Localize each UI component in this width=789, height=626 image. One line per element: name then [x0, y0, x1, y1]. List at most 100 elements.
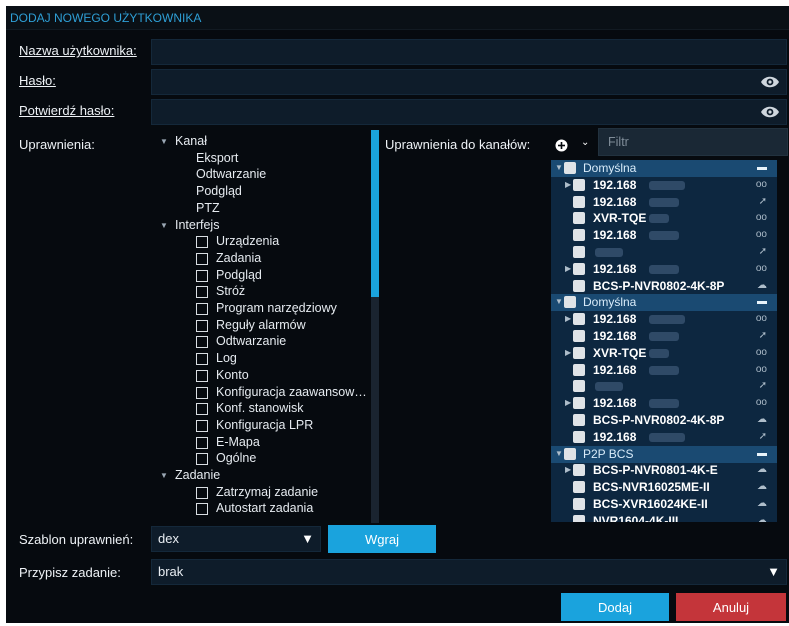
channel-group-row[interactable]: ▼ Domyślna ▬ [551, 160, 777, 177]
channel-checkbox[interactable] [573, 363, 585, 376]
permission-checkbox[interactable] [196, 319, 208, 332]
channel-group-row[interactable]: ▼ P2P BCS ▬ [551, 445, 777, 463]
scroll-thumb[interactable] [371, 130, 379, 297]
redacted-text [649, 365, 679, 375]
channel-checkbox[interactable] [573, 414, 585, 426]
channel-label: BCS-NVR16025ME-II [593, 480, 710, 495]
permission-tree-item[interactable]: Podgląd [196, 184, 242, 198]
permission-tree-item[interactable]: Kanał [175, 134, 207, 148]
channel-device-row[interactable]: BCS-XVR16024KE-II ☁ [551, 496, 777, 513]
channel-device-row[interactable]: ▶ 192.168 oo [551, 395, 777, 412]
channel-checkbox[interactable] [573, 195, 585, 208]
channel-checkbox[interactable] [573, 212, 585, 225]
channel-device-row[interactable]: ➚ [551, 378, 777, 395]
password-input[interactable] [151, 69, 787, 95]
channel-device-row[interactable]: ▶ 192.168 oo [551, 261, 777, 278]
permission-checkbox[interactable] [196, 286, 208, 299]
permission-checkbox[interactable] [196, 303, 208, 315]
filter-input[interactable]: Filtr [598, 128, 788, 156]
folder-icon: ▬ [757, 162, 767, 173]
redacted-text [649, 399, 679, 409]
channel-checkbox[interactable] [573, 178, 585, 191]
expand-arrow-icon[interactable]: ▶ [565, 465, 571, 474]
permission-checkbox[interactable] [196, 353, 208, 366]
redacted-text [595, 248, 623, 257]
assign-task-select[interactable]: brak ▼ [151, 559, 787, 585]
channel-checkbox[interactable] [573, 229, 585, 242]
expand-arrow-icon[interactable]: ▶ [565, 314, 571, 323]
channel-checkbox[interactable] [564, 296, 576, 309]
permission-checkbox[interactable] [196, 369, 208, 382]
channel-checkbox[interactable] [573, 262, 585, 275]
permission-checkbox[interactable] [196, 419, 208, 432]
channel-checkbox[interactable] [573, 481, 585, 494]
channel-checkbox[interactable] [573, 313, 585, 326]
expand-arrow-icon[interactable]: ▶ [565, 348, 571, 357]
permission-checkbox[interactable] [196, 436, 208, 449]
channel-device-row[interactable]: BCS-NVR16025ME-II ☁ [551, 479, 777, 496]
channel-checkbox[interactable] [573, 380, 585, 393]
channel-device-row[interactable]: ➚ [551, 244, 777, 261]
permission-checkbox[interactable] [196, 252, 208, 265]
eye-icon[interactable] [760, 74, 780, 90]
permission-checkbox[interactable] [196, 486, 208, 499]
load-template-button[interactable]: Wgraj [328, 525, 436, 553]
permission-checkbox[interactable] [196, 386, 208, 399]
channel-device-row[interactable]: BCS-P-NVR0802-4K-8P ☁ [551, 278, 777, 295]
permission-checkbox[interactable] [196, 269, 208, 282]
permission-checkbox[interactable] [196, 453, 208, 466]
confirm-password-input[interactable] [151, 99, 787, 125]
channel-checkbox[interactable] [573, 397, 585, 410]
permission-tree-item[interactable]: Eksport [196, 151, 238, 165]
channel-device-row[interactable]: 192.168 oo [551, 362, 777, 379]
channel-device-row[interactable]: ▶ XVR-TQE oo [551, 345, 777, 362]
permission-tree-item[interactable]: Interfejs [175, 218, 219, 232]
channel-device-row[interactable]: 192.168 ➚ [551, 429, 777, 446]
cancel-button[interactable]: Anuluj [676, 593, 786, 621]
channel-device-row[interactable]: ▶ BCS-P-NVR0801-4K-E ☁ [551, 462, 777, 479]
channel-device-row[interactable]: BCS-P-NVR0802-4K-8P ☁ [551, 412, 777, 429]
channel-checkbox[interactable] [573, 330, 585, 342]
channel-device-row[interactable]: ▶ 192.168 oo [551, 177, 777, 194]
expand-arrow-icon[interactable]: ▼ [555, 297, 563, 306]
assign-task-value: brak [158, 564, 184, 579]
channel-checkbox[interactable] [573, 346, 585, 359]
expand-arrow-icon[interactable]: ▼ [160, 221, 168, 230]
add-button[interactable]: Dodaj [561, 593, 669, 621]
permission-checkbox[interactable] [196, 403, 208, 416]
expand-arrow-icon[interactable]: ▶ [565, 180, 571, 189]
permission-template-select[interactable]: dex ▼ [151, 526, 321, 552]
permissions-scrollbar[interactable] [371, 130, 379, 523]
expand-arrow-icon[interactable]: ▶ [565, 398, 571, 407]
expand-arrow-icon[interactable]: ▼ [555, 449, 563, 458]
channel-checkbox[interactable] [573, 464, 585, 477]
expand-arrow-icon[interactable]: ▼ [160, 137, 168, 146]
permission-tree-item[interactable]: Zadanie [175, 468, 220, 482]
channel-checkbox[interactable] [564, 447, 576, 460]
channel-checkbox[interactable] [573, 430, 585, 443]
expand-arrow-icon[interactable]: ▼ [160, 471, 168, 480]
permission-checkbox[interactable] [196, 503, 208, 516]
channel-device-row[interactable]: 192.168 ➚ [551, 328, 777, 345]
chevron-down-icon[interactable]: ⌄ [581, 137, 589, 148]
username-input[interactable] [151, 39, 787, 65]
add-circle-icon[interactable] [555, 139, 568, 152]
permission-tree-item[interactable]: Odtwarzanie [196, 167, 266, 181]
channel-device-row[interactable]: NVR1604-4K-III ☁ [551, 513, 777, 522]
channel-checkbox[interactable] [564, 162, 576, 174]
channel-device-row[interactable]: ▶ 192.168 oo [551, 311, 777, 328]
channel-checkbox[interactable] [573, 514, 585, 522]
eye-icon[interactable] [760, 104, 780, 120]
channel-device-row[interactable]: XVR-TQE oo [551, 210, 777, 227]
permission-tree-item[interactable]: PTZ [196, 201, 220, 215]
channel-device-row[interactable]: 192.168 ➚ [551, 194, 777, 211]
channel-device-row[interactable]: 192.168 oo [551, 227, 777, 244]
channel-checkbox[interactable] [573, 246, 585, 258]
channel-group-row[interactable]: ▼ Domyślna ▬ [551, 294, 777, 312]
permission-checkbox[interactable] [196, 236, 208, 249]
expand-arrow-icon[interactable]: ▼ [555, 163, 563, 172]
permission-checkbox[interactable] [196, 336, 208, 349]
channel-checkbox[interactable] [573, 279, 585, 292]
expand-arrow-icon[interactable]: ▶ [565, 264, 571, 273]
channel-checkbox[interactable] [573, 498, 585, 510]
